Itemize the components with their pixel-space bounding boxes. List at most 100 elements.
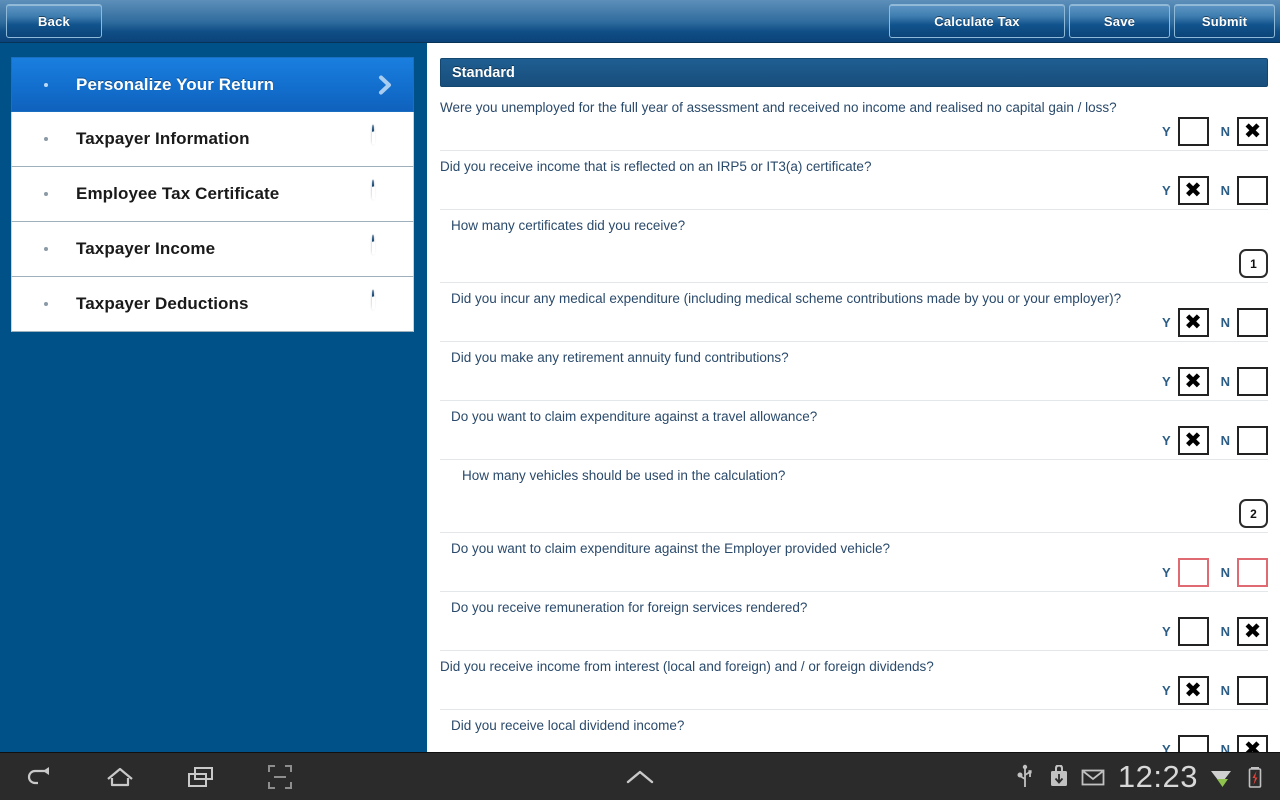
submit-button[interactable]: Submit — [1174, 4, 1275, 38]
answer-group: Y N ✖ — [1162, 117, 1268, 146]
panel-header: Standard — [440, 58, 1268, 87]
answer-group: Y N ✖ — [1162, 617, 1268, 646]
yes-checkbox[interactable]: ✖ — [1177, 426, 1209, 455]
question-row: How many vehicles should be used in the … — [440, 460, 1268, 533]
sidebar-item-taxpayer-information[interactable]: Taxpayer Information — [11, 112, 414, 167]
status-clock: 12:23 — [1117, 759, 1198, 794]
save-button-label: Save — [1103, 13, 1136, 29]
no-checkbox[interactable]: ✖ — [1237, 617, 1268, 646]
calculate-tax-button[interactable]: Calculate Tax — [889, 4, 1065, 38]
yes-checkbox[interactable] — [1177, 558, 1209, 587]
status-icons: 12:23 — [1008, 753, 1272, 800]
panel-title: Standard — [452, 64, 515, 81]
yes-label: Y — [1161, 124, 1171, 139]
sidebar-item-employee-tax-certificate[interactable]: Employee Tax Certificate — [11, 167, 414, 222]
bullet-icon — [44, 137, 48, 141]
yes-checkbox[interactable]: ✖ — [1177, 308, 1209, 337]
yes-label: Y — [1161, 565, 1171, 580]
question-row: Do you want to claim expenditure against… — [440, 533, 1268, 592]
plus-circle-icon[interactable] — [372, 234, 399, 263]
yes-label: Y — [1161, 315, 1171, 330]
no-checkbox[interactable] — [1237, 367, 1268, 396]
bullet-icon — [44, 247, 48, 251]
sidebar-item-label: Taxpayer Income — [76, 239, 216, 258]
no-checkbox[interactable] — [1237, 676, 1268, 705]
screenshot-icon[interactable] — [240, 753, 320, 800]
no-checkbox[interactable] — [1237, 176, 1268, 205]
yes-checkbox[interactable] — [1177, 617, 1209, 646]
no-checkbox[interactable]: ✖ — [1237, 117, 1268, 146]
yes-checkbox[interactable] — [1177, 117, 1209, 146]
answer-group: 1 — [1239, 249, 1268, 278]
question-label: How many certificates did you receive? — [451, 218, 686, 233]
answer-group: 2 — [1239, 499, 1268, 528]
question-row: Were you unemployed for the full year of… — [440, 92, 1268, 151]
nav-buttons — [0, 753, 320, 800]
question-row: Do you want to claim expenditure against… — [440, 401, 1268, 460]
answer-group: Y ✖ N — [1162, 426, 1268, 455]
plus-circle-icon[interactable] — [372, 289, 399, 318]
back-icon[interactable] — [0, 753, 80, 800]
no-label: N — [1220, 183, 1230, 198]
no-label: N — [1220, 124, 1230, 139]
sidebar-item-taxpayer-deductions[interactable]: Taxpayer Deductions — [11, 277, 414, 332]
yes-checkbox[interactable]: ✖ — [1177, 676, 1209, 705]
save-button[interactable]: Save — [1069, 4, 1170, 38]
question-row: Did you make any retirement annuity fund… — [440, 342, 1268, 401]
android-navigation-bar: 12:23 — [0, 752, 1280, 800]
no-label: N — [1220, 565, 1230, 580]
question-label: Did you make any retirement annuity fund… — [451, 350, 789, 365]
numeric-input[interactable]: 2 — [1239, 499, 1268, 528]
submit-button-label: Submit — [1201, 13, 1248, 29]
yes-checkbox[interactable]: ✖ — [1177, 176, 1209, 205]
question-label: Did you incur any medical expenditure (i… — [451, 291, 1122, 306]
top-toolbar: Back Calculate Tax Save Submit — [0, 0, 1280, 43]
plus-circle-icon[interactable] — [372, 124, 399, 153]
question-label: Did you receive income that is reflected… — [440, 159, 872, 174]
bullet-icon — [44, 192, 48, 196]
bullet-icon — [44, 302, 48, 306]
question-label: Do you want to claim expenditure against… — [451, 541, 890, 556]
main-panel: Standard Were you unemployed for the ful… — [427, 43, 1280, 769]
home-icon[interactable] — [80, 753, 160, 800]
sidebar-item-personalize-your-return[interactable]: Personalize Your Return — [11, 57, 414, 112]
answer-group: YN — [1162, 558, 1268, 587]
download-icon — [1042, 753, 1076, 800]
yes-label: Y — [1161, 183, 1171, 198]
question-label: Do you receive remuneration for foreign … — [451, 600, 808, 615]
yes-label: Y — [1161, 433, 1171, 448]
no-label: N — [1220, 433, 1230, 448]
sidebar-item-label: Taxpayer Deductions — [76, 294, 249, 313]
no-label: N — [1220, 683, 1230, 698]
back-button[interactable]: Back — [6, 4, 102, 38]
answer-group: Y ✖ N — [1162, 676, 1268, 705]
tablet-screen: Back Calculate Tax Save Submit Personali… — [0, 0, 1280, 800]
question-row: Did you receive income from interest (lo… — [440, 651, 1268, 710]
chevron-up-icon[interactable] — [616, 753, 664, 800]
question-label: Were you unemployed for the full year of… — [440, 100, 1117, 115]
yes-checkbox[interactable]: ✖ — [1177, 367, 1209, 396]
plus-circle-icon[interactable] — [372, 179, 399, 208]
gmail-icon — [1076, 753, 1110, 800]
yes-label: Y — [1161, 683, 1171, 698]
question-row: Did you incur any medical expenditure (i… — [440, 283, 1268, 342]
battery-charging-icon — [1238, 753, 1272, 800]
no-checkbox[interactable] — [1237, 558, 1268, 587]
sidebar-item-label: Taxpayer Information — [76, 129, 250, 148]
answer-group: Y ✖ N — [1162, 308, 1268, 337]
chevron-right-icon[interactable] — [372, 71, 399, 98]
no-checkbox[interactable] — [1237, 426, 1268, 455]
question-label: Did you receive income from interest (lo… — [440, 659, 934, 674]
sidebar-item-taxpayer-income[interactable]: Taxpayer Income — [11, 222, 414, 277]
no-label: N — [1220, 374, 1230, 389]
recents-icon[interactable] — [160, 753, 240, 800]
question-list: Were you unemployed for the full year of… — [440, 92, 1268, 769]
numeric-input[interactable]: 1 — [1239, 249, 1268, 278]
yes-label: Y — [1161, 374, 1171, 389]
calculate-tax-label: Calculate Tax — [934, 13, 1020, 29]
no-checkbox[interactable] — [1237, 308, 1268, 337]
question-row: Did you receive income that is reflected… — [440, 151, 1268, 210]
question-row: How many certificates did you receive? 1 — [440, 210, 1268, 283]
usb-icon — [1008, 753, 1042, 800]
answer-group: Y ✖ N — [1162, 367, 1268, 396]
